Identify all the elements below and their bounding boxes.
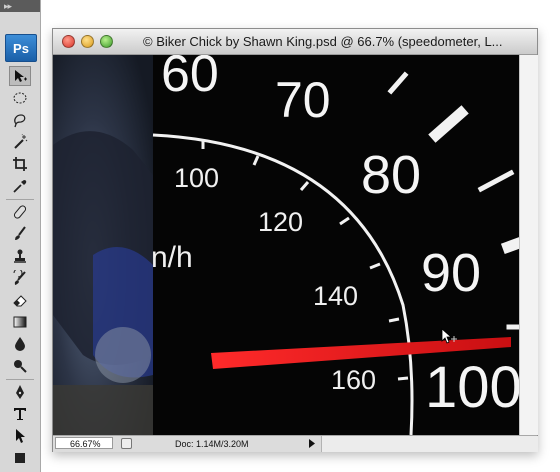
photoshop-logo[interactable]: Ps [5,34,37,62]
eyedropper-tool-icon[interactable] [9,176,31,196]
zoom-button[interactable] [100,35,113,48]
document-window: © Biker Chick by Shawn King.psd @ 66.7% … [52,28,538,452]
tools-panel-grip[interactable]: ▸▸ [0,0,40,12]
inner-number-100: 100 [174,163,219,193]
minimize-button[interactable] [81,35,94,48]
vertical-scrollbar[interactable] [519,55,538,435]
zoom-level-field[interactable]: 66.67% [55,437,113,449]
blur-tool-icon[interactable] [9,334,31,354]
status-menu-arrow-icon[interactable] [307,438,317,449]
document-title: © Biker Chick by Shawn King.psd @ 66.7% … [143,34,503,49]
document-size-info: Doc: 1.14M/3.20M [175,439,249,449]
engine-chrome [95,327,151,383]
inner-number-160: 160 [331,365,376,395]
document-title-bar[interactable]: © Biker Chick by Shawn King.psd @ 66.7% … [53,29,537,55]
crop-tool-icon[interactable] [9,154,31,174]
status-toggle-icon[interactable] [121,438,132,449]
pen-tool-icon[interactable] [9,382,31,402]
inner-number-140: 140 [313,281,358,311]
speed-number-90: 90 [421,243,481,303]
speed-number-70: 70 [275,72,331,128]
eraser-tool-icon[interactable] [9,290,31,310]
lasso-tool-icon[interactable] [9,110,31,130]
close-button[interactable] [62,35,75,48]
speed-number-60: 60 [161,55,219,103]
road-surface [53,385,153,435]
horizontal-scrollbar[interactable] [321,436,538,452]
type-tool-icon[interactable] [9,404,31,424]
tools-panel: ▸▸ Ps [0,0,41,472]
window-controls [62,35,113,48]
status-bar: 66.67% Doc: 1.14M/3.20M [53,435,538,452]
unit-label: n/h [151,241,193,274]
inner-number-120: 120 [258,207,303,237]
move-tool-icon[interactable] [9,66,31,86]
document-canvas[interactable]: 60 70 80 90 100 100 120 140 160 n/h [53,55,519,435]
healing-brush-tool-icon[interactable] [9,202,31,222]
speedometer-image: 60 70 80 90 100 100 120 140 160 n/h [53,55,519,435]
marquee-tool-icon[interactable] [9,88,31,108]
magic-wand-tool-icon[interactable] [9,132,31,152]
clone-stamp-tool-icon[interactable] [9,246,31,266]
path-selection-tool-icon[interactable] [9,426,31,446]
tool-divider [6,199,34,200]
dodge-tool-icon[interactable] [9,356,31,376]
speed-number-100: 100 [425,355,519,420]
gradient-tool-icon[interactable] [9,312,31,332]
history-brush-tool-icon[interactable] [9,268,31,288]
shape-tool-icon[interactable] [9,448,31,468]
brush-tool-icon[interactable] [9,224,31,244]
tool-divider [6,379,34,380]
speed-number-80: 80 [361,145,421,205]
